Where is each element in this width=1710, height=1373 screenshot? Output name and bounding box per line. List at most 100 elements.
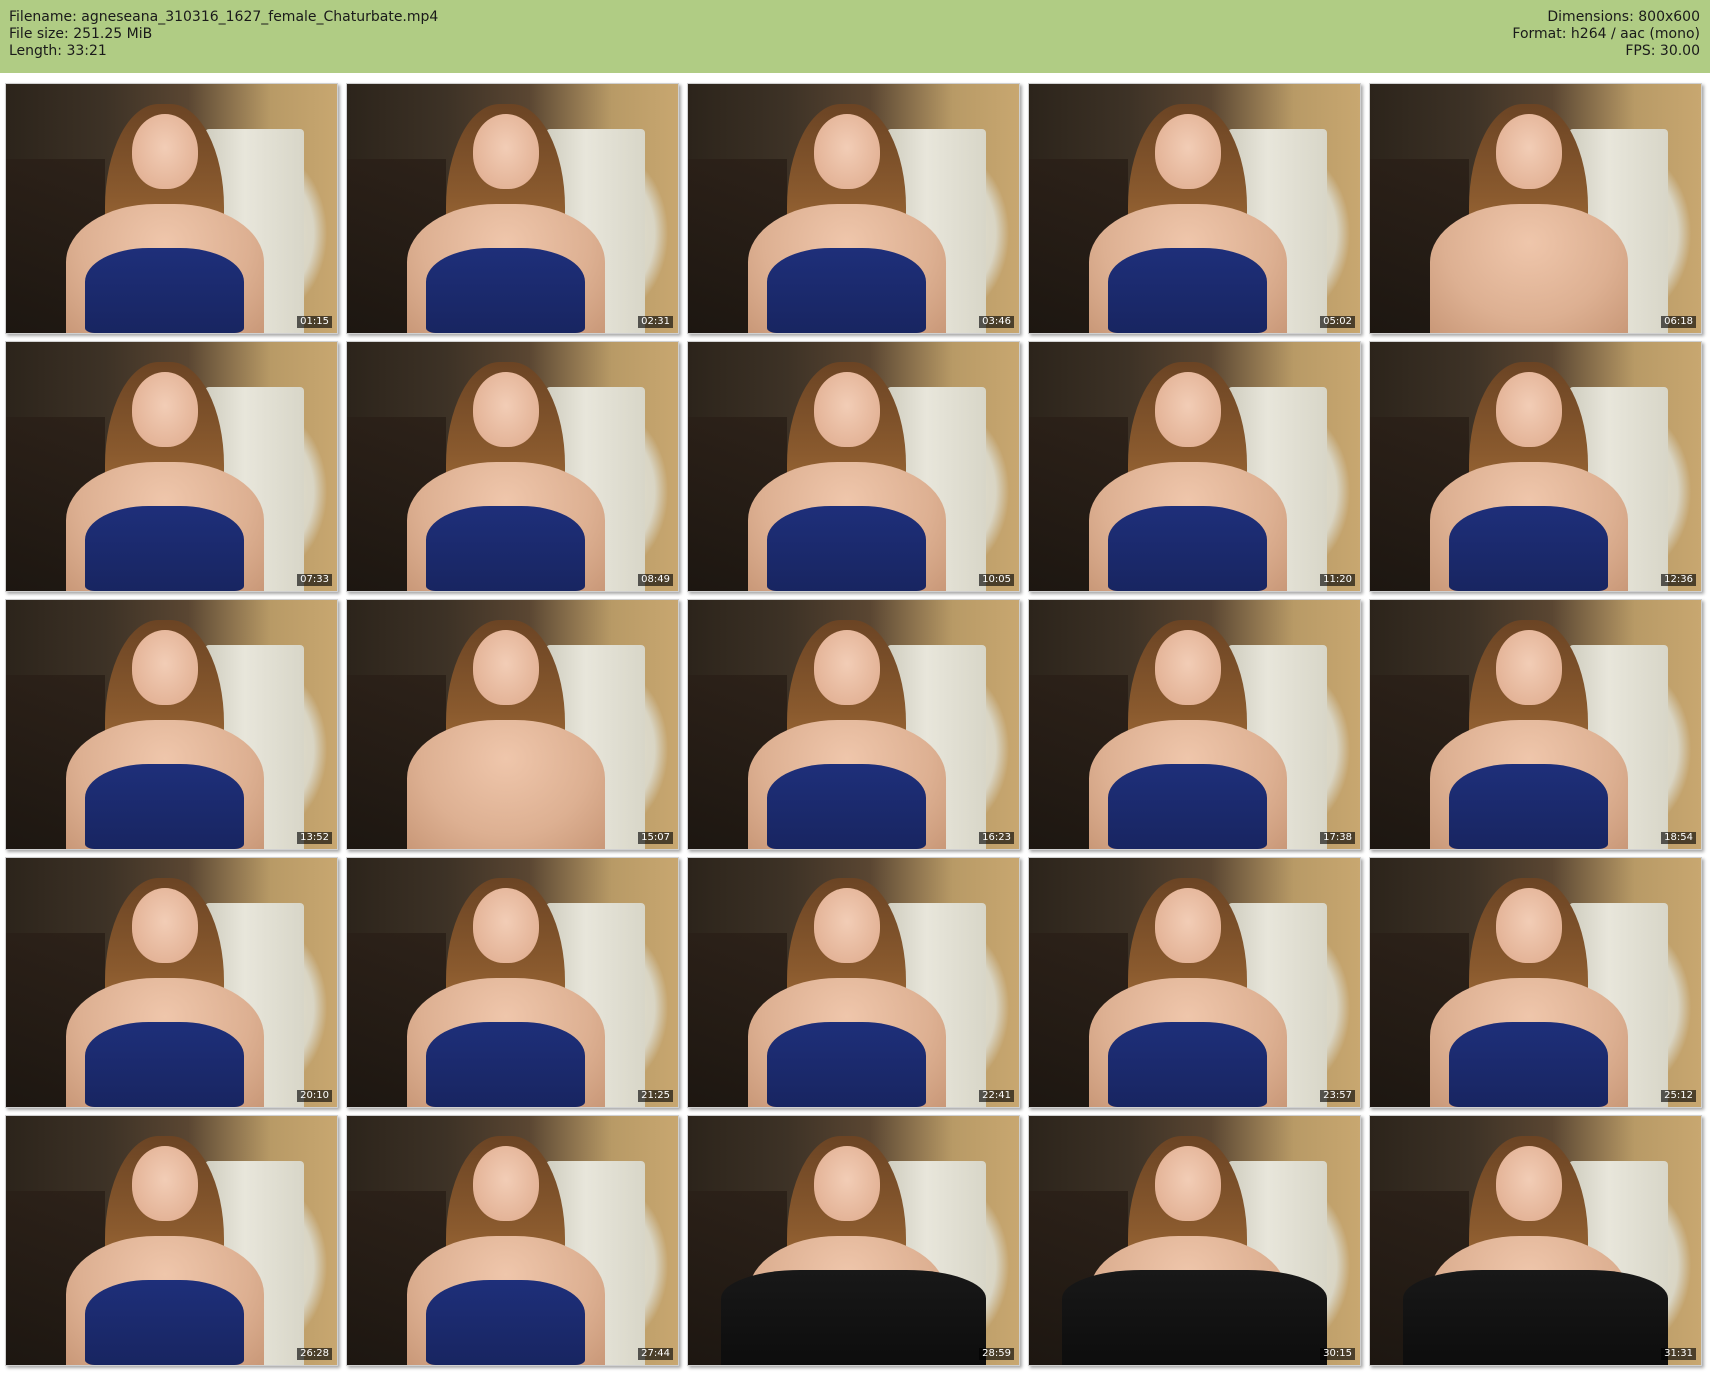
person-clothing (85, 1022, 245, 1107)
person-clothing (1062, 1270, 1327, 1365)
video-thumbnail: 16:23 (687, 599, 1020, 850)
video-thumbnail: 30:15 (1028, 1115, 1361, 1366)
person-clothing (1108, 764, 1268, 849)
video-thumbnail: 15:07 (346, 599, 679, 850)
thumbnail-timestamp: 18:54 (1661, 832, 1696, 844)
person-clothing (426, 1280, 586, 1365)
thumbnail-frame-image (1370, 600, 1701, 849)
thumbnail-frame-image (1029, 342, 1360, 591)
person-clothing (1449, 764, 1609, 849)
thumbnail-timestamp: 31:31 (1661, 1348, 1696, 1360)
video-thumbnail: 08:49 (346, 341, 679, 592)
person-clothing (85, 506, 245, 591)
person-face (131, 371, 198, 447)
person-face (131, 629, 198, 705)
person-clothing (767, 248, 927, 333)
file-info: Filename: agneseana_310316_1627_female_C… (9, 9, 438, 60)
thumbnail-frame-image (1370, 342, 1701, 591)
person-clothing (85, 764, 245, 849)
fps-text: FPS: 30.00 (1625, 43, 1700, 59)
person-clothing (767, 764, 927, 849)
video-thumbnail: 31:31 (1369, 1115, 1702, 1366)
person-face (1154, 371, 1221, 447)
thumbnail-frame-image (347, 1116, 678, 1365)
video-thumbnail: 10:05 (687, 341, 1020, 592)
person-face (1495, 371, 1562, 447)
person-clothing (1108, 248, 1268, 333)
thumbnail-frame-image (1370, 858, 1701, 1107)
thumbnail-grid: 01:15 02:31 03:46 05:02 06:18 07:33 08:49 10:05… (0, 80, 1710, 1373)
thumbnail-timestamp: 27:44 (638, 1348, 673, 1360)
person-clothing (426, 248, 586, 333)
thumbnail-frame-image (347, 342, 678, 591)
filesize-text: File size: 251.25 MiB (9, 26, 153, 42)
video-thumbnail: 12:36 (1369, 341, 1702, 592)
person-face (131, 1145, 198, 1221)
thumbnail-timestamp: 15:07 (638, 832, 673, 844)
thumbnail-timestamp: 20:10 (297, 1090, 332, 1102)
thumbnail-frame-image (688, 858, 1019, 1107)
video-thumbnail: 05:02 (1028, 83, 1361, 334)
person-face (813, 1145, 880, 1221)
thumbnail-timestamp: 05:02 (1320, 316, 1355, 328)
person-clothing (85, 1280, 245, 1365)
thumbnail-frame-image (6, 1116, 337, 1365)
thumbnail-frame-image (688, 1116, 1019, 1365)
thumbnail-timestamp: 10:05 (979, 574, 1014, 586)
person-face (472, 113, 539, 189)
person-clothing (1403, 1270, 1668, 1365)
video-thumbnail: 25:12 (1369, 857, 1702, 1108)
thumbnail-timestamp: 08:49 (638, 574, 673, 586)
person-clothing (85, 248, 245, 333)
video-thumbnail: 01:15 (5, 83, 338, 334)
person-face (472, 629, 539, 705)
video-thumbnail: 27:44 (346, 1115, 679, 1366)
video-thumbnail: 06:18 (1369, 83, 1702, 334)
person-clothing (426, 1022, 586, 1107)
video-thumbnail: 13:52 (5, 599, 338, 850)
person-face (1495, 629, 1562, 705)
thumbnail-frame-image (6, 84, 337, 333)
person-clothing (1449, 1022, 1609, 1107)
person-face (1154, 629, 1221, 705)
person-clothing (767, 506, 927, 591)
thumbnail-timestamp: 23:57 (1320, 1090, 1355, 1102)
thumbnail-frame-image (688, 84, 1019, 333)
person-clothing (1449, 506, 1609, 591)
thumbnail-timestamp: 07:33 (297, 574, 332, 586)
thumbnail-timestamp: 25:12 (1661, 1090, 1696, 1102)
person-face (813, 371, 880, 447)
thumbnail-frame-image (688, 600, 1019, 849)
person-clothing (721, 1270, 986, 1365)
thumbnail-timestamp: 11:20 (1320, 574, 1355, 586)
thumbnail-timestamp: 26:28 (297, 1348, 332, 1360)
dimensions-text: Dimensions: 800x600 (1547, 9, 1700, 25)
person-body (1429, 203, 1629, 333)
video-thumbnail: 07:33 (5, 341, 338, 592)
filename-text: Filename: agneseana_310316_1627_female_C… (9, 9, 439, 25)
video-thumbnail: 20:10 (5, 857, 338, 1108)
video-thumbnail: 26:28 (5, 1115, 338, 1366)
length-text: Length: 33:21 (9, 43, 107, 59)
person-face (813, 113, 880, 189)
thumbnail-timestamp: 21:25 (638, 1090, 673, 1102)
video-thumbnail: 23:57 (1028, 857, 1361, 1108)
person-face (1154, 113, 1221, 189)
thumbnail-frame-image (1029, 858, 1360, 1107)
info-header: Filename: agneseana_310316_1627_female_C… (0, 0, 1710, 73)
thumbnail-timestamp: 16:23 (979, 832, 1014, 844)
thumbnail-frame-image (6, 858, 337, 1107)
person-face (131, 887, 198, 963)
person-face (472, 1145, 539, 1221)
media-info: Dimensions: 800x600 Format: h264 / aac (… (1512, 9, 1700, 60)
person-face (1154, 1145, 1221, 1221)
thumbnail-frame-image (1029, 84, 1360, 333)
thumbnail-frame-image (1370, 1116, 1701, 1365)
person-face (1495, 887, 1562, 963)
video-thumbnail: 11:20 (1028, 341, 1361, 592)
thumbnail-timestamp: 03:46 (979, 316, 1014, 328)
video-thumbnail: 28:59 (687, 1115, 1020, 1366)
thumbnail-timestamp: 22:41 (979, 1090, 1014, 1102)
video-thumbnail: 17:38 (1028, 599, 1361, 850)
thumbnail-frame-image (347, 858, 678, 1107)
